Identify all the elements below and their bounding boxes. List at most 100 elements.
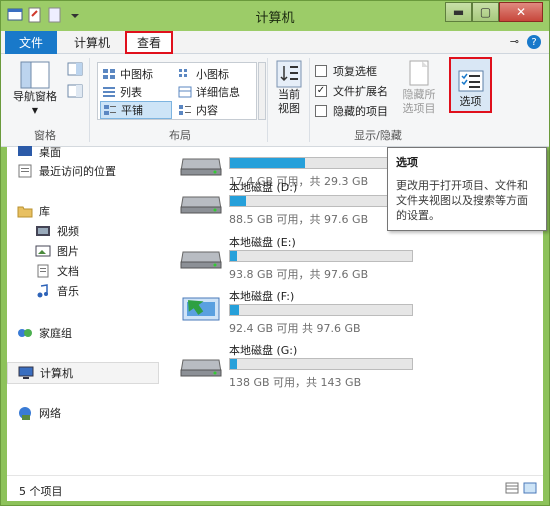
item-checkboxes-option[interactable]: 项复选框 — [315, 63, 377, 79]
nav-item-recent[interactable]: 最近访问的位置 — [17, 163, 116, 179]
maximize-button[interactable]: ▢ — [472, 2, 499, 22]
nav-item-network[interactable]: 网络 — [17, 405, 61, 421]
nav-label: 音乐 — [57, 285, 79, 298]
drive-space-text: 93.8 GB 可用，共 97.6 GB — [229, 268, 369, 281]
nav-item-pictures[interactable]: 图片 — [35, 243, 79, 259]
drive-tile[interactable]: 本地磁盘 (F:) 92.4 GB 可用 共 97.6 GB — [173, 288, 413, 340]
item-count: 5 个项目 — [19, 485, 63, 498]
options-icon — [458, 70, 483, 92]
dropdown-arrow-icon: ▼ — [31, 106, 39, 115]
hard-disk-icon — [180, 251, 222, 269]
recent-places-icon — [18, 164, 32, 178]
details-pane-button[interactable] — [67, 84, 83, 101]
layout-label: 小图标 — [196, 68, 229, 81]
document-icon — [37, 264, 49, 278]
hide-selected-label-2: 选项目 — [402, 102, 436, 115]
layout-details[interactable]: 详细信息 — [176, 83, 254, 101]
nav-label: 图片 — [57, 245, 79, 258]
nav-item-documents[interactable]: 文档 — [35, 263, 79, 279]
preview-pane-button[interactable] — [67, 62, 83, 79]
navigation-pane: 桌面 最近访问的位置 库 视频 图片 文档 音乐 家庭组 计算机 网络 — [7, 144, 159, 475]
layout-content[interactable]: 内容 — [176, 101, 254, 119]
file-extensions-option[interactable]: ✓ 文件扩展名 — [315, 83, 388, 99]
preview-pane-icon — [67, 62, 83, 76]
close-icon: ✕ — [515, 5, 527, 19]
layout-tiles[interactable]: 平铺 — [100, 101, 172, 119]
layout-small-icons[interactable]: 小图标 — [176, 65, 254, 83]
drive-space-text: 88.5 GB 可用，共 97.6 GB — [229, 213, 369, 226]
minimize-icon: ▬ — [452, 5, 465, 19]
layout-medium-icons[interactable]: 中图标 — [100, 65, 172, 83]
nav-item-libraries[interactable]: 库 — [17, 203, 50, 219]
current-view-button[interactable]: 当前 视图 — [271, 60, 307, 116]
layout-label: 中图标 — [120, 68, 153, 81]
nav-item-homegroup[interactable]: 家庭组 — [17, 325, 72, 341]
drive-usage-fill — [230, 305, 240, 315]
nav-item-desktop[interactable]: 桌面 — [17, 144, 61, 160]
drive-tile[interactable]: 本地磁盘 (E:) 93.8 GB 可用，共 97.6 GB — [173, 234, 413, 286]
hidden-items-option[interactable]: 隐藏的项目 — [315, 103, 388, 119]
explorer-window: 计算机 ▬ ▢ ✕ 文件 计算机 查看 ⊸ ? 导航窗格 ▼ 窗格 中图标 小图… — [0, 0, 550, 506]
minimize-button[interactable]: ▬ — [445, 2, 472, 22]
picture-icon — [35, 245, 51, 257]
details-view-icon[interactable] — [505, 482, 519, 497]
pin-ribbon-icon[interactable]: ⊸ — [510, 35, 519, 49]
options-tooltip: 选项 更改用于打开项目、文件和文件夹视图以及搜索等方面的设置。 — [387, 147, 547, 231]
file-extensions-label: 文件扩展名 — [333, 85, 388, 98]
list-icon — [102, 86, 116, 98]
install-drive-icon — [182, 297, 220, 321]
ribbon-separator — [309, 58, 310, 142]
layout-label: 详细信息 — [196, 86, 240, 99]
drive-tile[interactable]: 本地磁盘 (G:) 138 GB 可用，共 143 GB — [173, 342, 413, 394]
desktop-icon — [18, 146, 32, 156]
nav-pane-label: 导航窗格 — [13, 90, 57, 103]
drive-name: 本地磁盘 (E:) — [229, 236, 296, 249]
nav-item-videos[interactable]: 视频 — [35, 223, 79, 239]
drive-usage-bar — [229, 358, 413, 370]
drive-name: 本地磁盘 (D:) — [229, 181, 298, 194]
hide-selected-icon — [409, 60, 429, 86]
item-checkboxes-checkbox[interactable] — [315, 65, 327, 77]
small-icons-icon — [178, 68, 192, 80]
status-bar: 5 个项目 — [7, 475, 543, 501]
file-extensions-checkbox[interactable]: ✓ — [315, 85, 327, 97]
tab-view[interactable]: 查看 — [125, 31, 173, 54]
hidden-items-checkbox[interactable] — [315, 105, 327, 117]
medium-icons-icon — [102, 68, 116, 80]
help-icon[interactable]: ? — [527, 35, 541, 49]
drive-tile[interactable]: 本地磁盘 (D:) 88.5 GB 可用，共 97.6 GB — [173, 179, 413, 231]
nav-label: 网络 — [39, 407, 61, 420]
window-controls: ▬ ▢ ✕ — [445, 2, 543, 22]
large-icons-view-icon[interactable] — [523, 482, 537, 497]
nav-pane-button[interactable]: 导航窗格 ▼ — [7, 60, 63, 118]
computer-icon — [18, 366, 34, 379]
tiles-icon — [103, 104, 117, 116]
hide-selected-button[interactable]: 隐藏所 选项目 — [397, 60, 441, 116]
content-icon — [178, 104, 192, 116]
drive-usage-fill — [230, 158, 305, 168]
tab-computer[interactable]: 计算机 — [63, 31, 121, 54]
layout-label: 列表 — [120, 86, 142, 99]
ribbon: 导航窗格 ▼ 窗格 中图标 小图标 列表 详细信息 平铺 内容 布局 当前 视图… — [1, 54, 549, 147]
layout-gallery-scroll[interactable] — [258, 62, 266, 120]
layout-gallery: 中图标 小图标 列表 详细信息 平铺 内容 — [97, 62, 257, 120]
hide-selected-label: 隐藏所 — [402, 88, 436, 101]
drive-usage-bar — [229, 250, 413, 262]
item-checkboxes-label: 项复选框 — [333, 65, 377, 78]
nav-item-music[interactable]: 音乐 — [35, 283, 79, 299]
maximize-icon: ▢ — [479, 5, 492, 19]
ribbon-separator — [267, 58, 268, 142]
layout-list[interactable]: 列表 — [100, 83, 172, 101]
options-button[interactable]: 选项 — [449, 57, 492, 113]
drive-space-text: 138 GB 可用，共 143 GB — [229, 376, 362, 389]
tab-file[interactable]: 文件 — [5, 31, 57, 54]
tooltip-body: 更改用于打开项目、文件和文件夹视图以及搜索等方面的设置。 — [396, 179, 528, 222]
sort-by-icon — [276, 60, 302, 88]
nav-item-computer[interactable]: 计算机 — [7, 362, 159, 384]
ribbon-tabs: 文件 计算机 查看 ⊸ ? — [1, 31, 549, 54]
hard-disk-icon — [180, 359, 222, 377]
music-icon — [37, 284, 48, 298]
close-button[interactable]: ✕ — [499, 2, 543, 22]
nav-label: 文档 — [57, 265, 79, 278]
nav-label: 最近访问的位置 — [39, 165, 116, 178]
